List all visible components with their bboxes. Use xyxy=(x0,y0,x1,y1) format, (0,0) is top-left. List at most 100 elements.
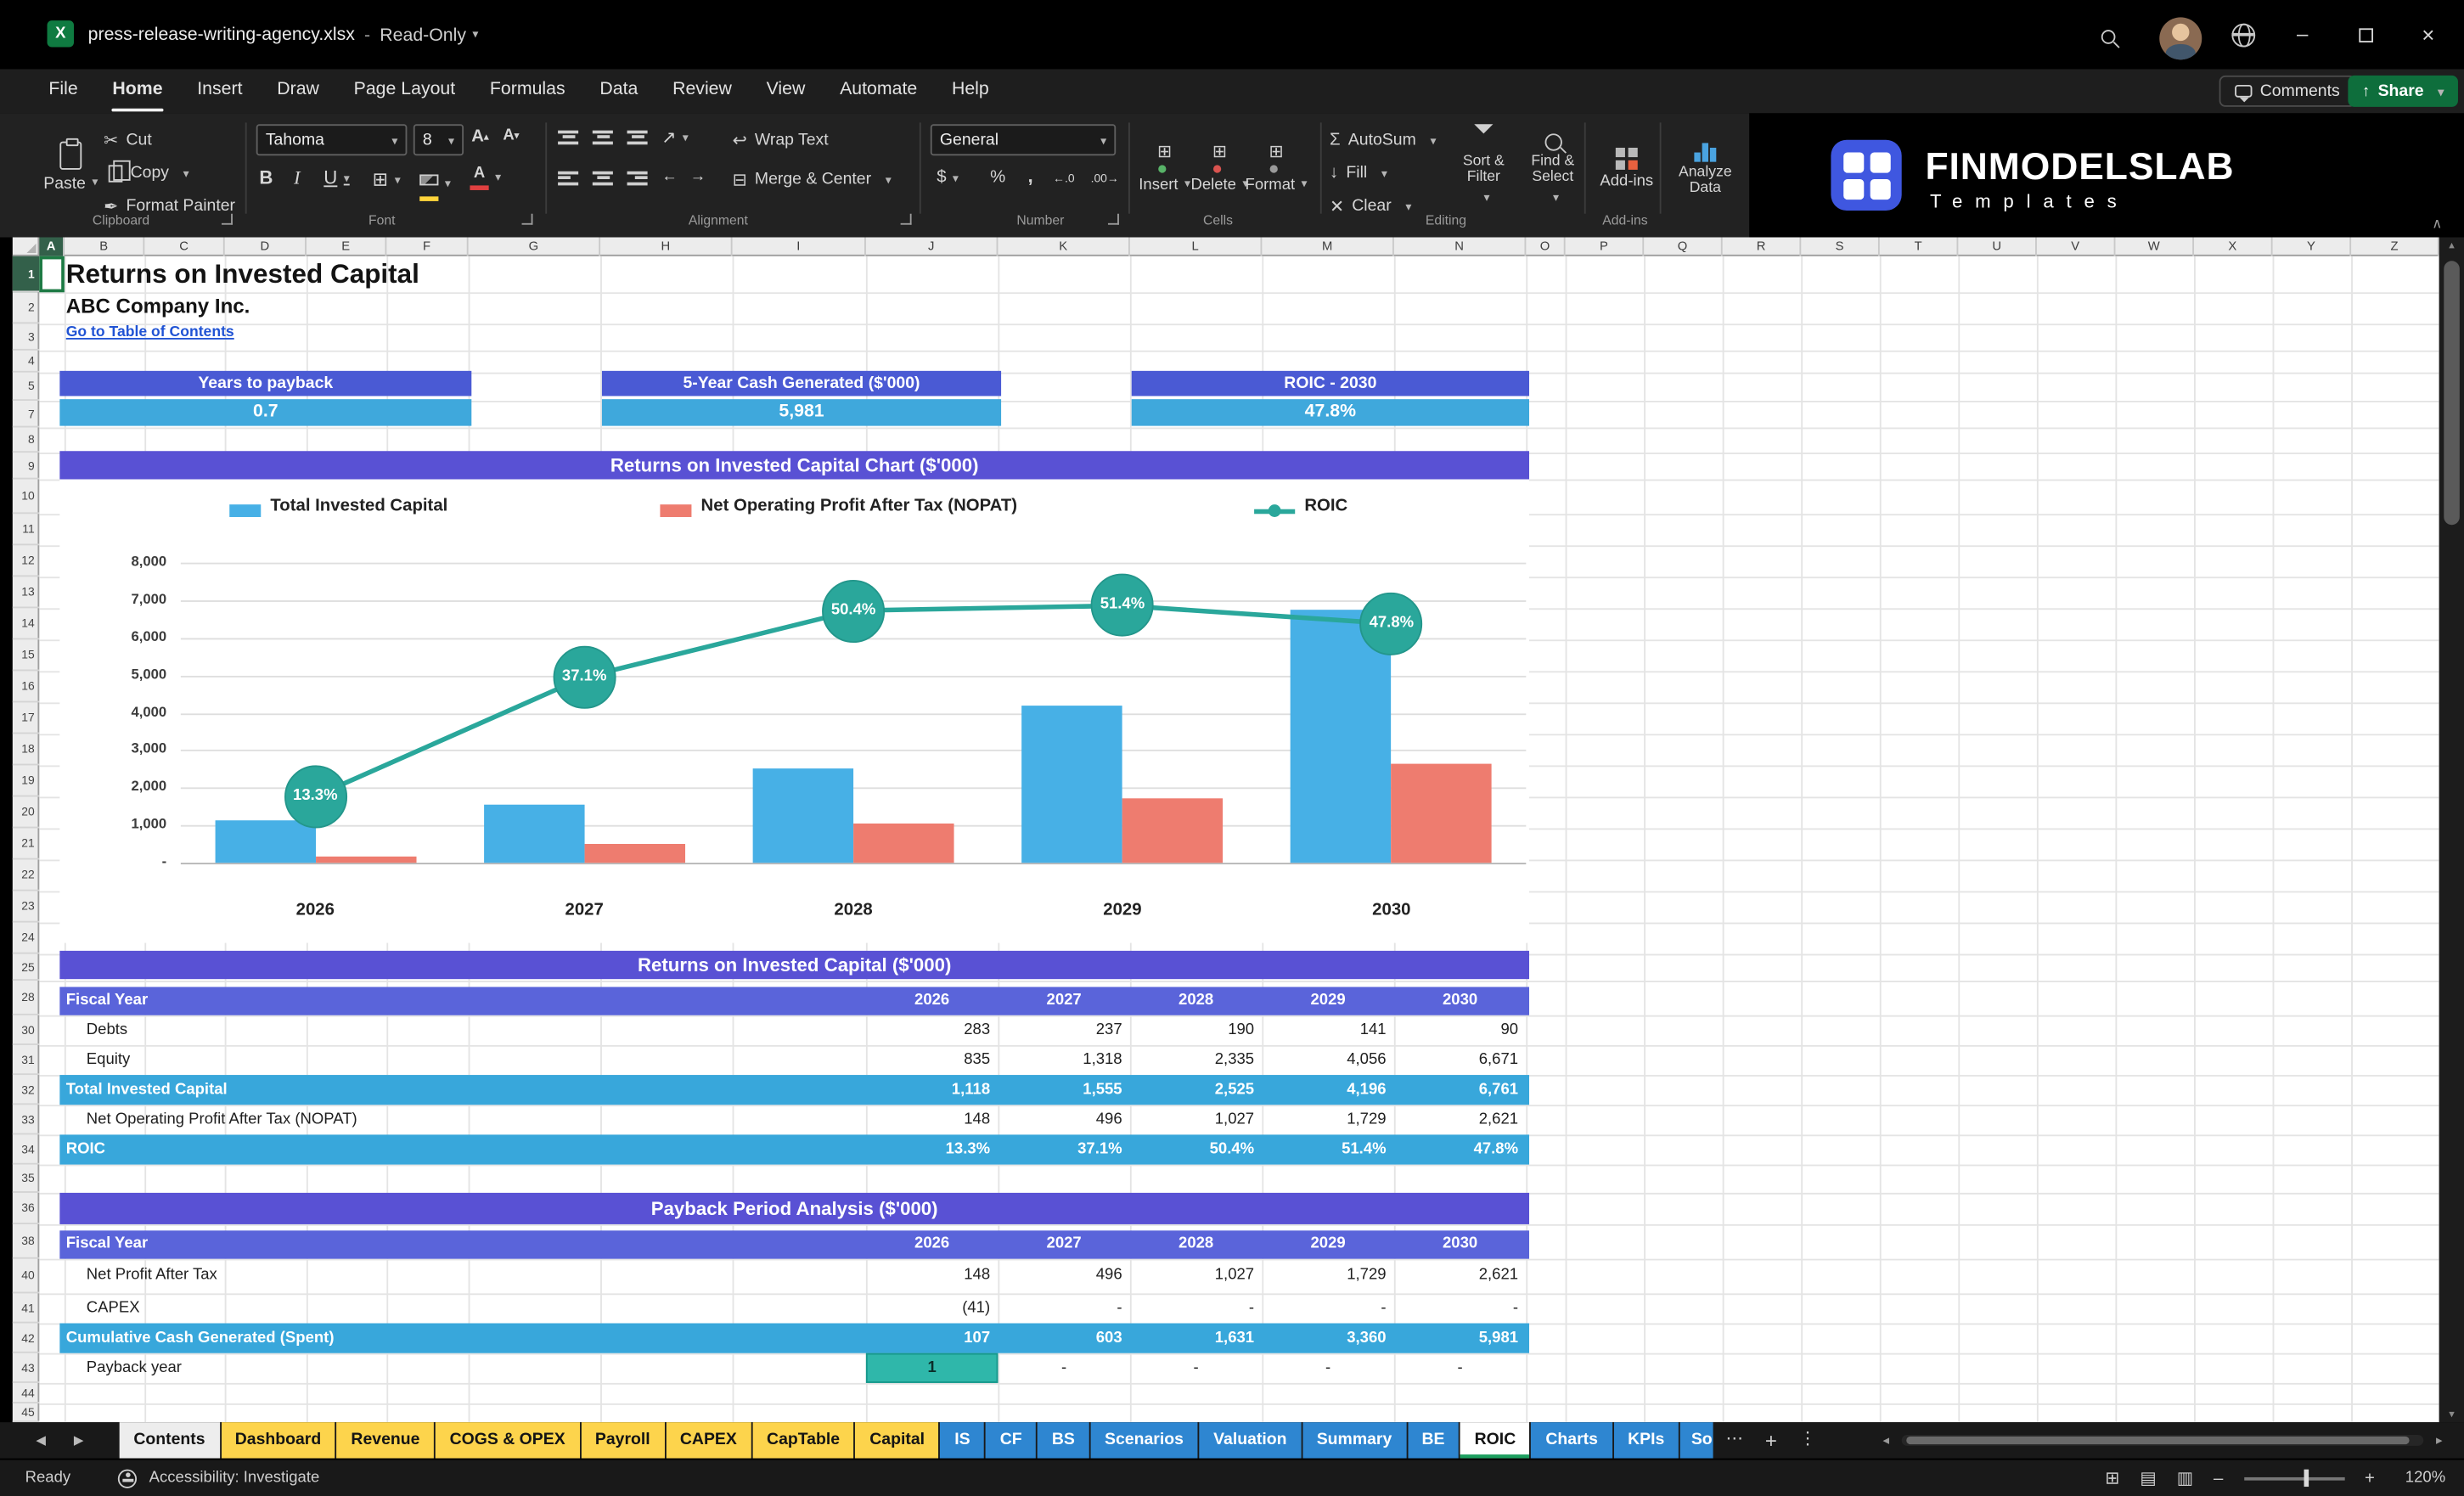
excel-app-icon[interactable]: X xyxy=(47,20,74,48)
align-middle-icon[interactable] xyxy=(592,130,613,147)
sheet-tab-be[interactable]: BE xyxy=(1407,1422,1460,1459)
year-column-2027[interactable]: 2027 xyxy=(998,987,1129,1015)
table-row-cumulative-cash-generated-spent-[interactable]: Cumulative Cash Generated (Spent) 107 603 1… xyxy=(59,1323,1530,1353)
cell-value[interactable]: 2,525 xyxy=(1145,1075,1254,1105)
sheet-tab-captable[interactable]: CapTable xyxy=(752,1422,854,1459)
cell-value[interactable]: - xyxy=(1262,1353,1393,1383)
fill-button[interactable]: ↓ Fill xyxy=(1330,159,1387,187)
menu-tab-data[interactable]: Data xyxy=(582,69,655,113)
wrap-text-button[interactable]: ↩ Wrap Text xyxy=(733,126,829,154)
table-row-payback-year[interactable]: Payback year 1- - - - xyxy=(59,1353,1529,1383)
row-header-25[interactable]: 25 xyxy=(12,954,40,981)
align-right-icon[interactable] xyxy=(627,171,648,188)
row-header-36[interactable]: 36 xyxy=(12,1193,40,1224)
year-column-2029[interactable]: 2029 xyxy=(1262,987,1393,1015)
menu-tab-view[interactable]: View xyxy=(749,69,822,113)
fill-color-button[interactable] xyxy=(419,165,451,201)
row-header-3[interactable]: 3 xyxy=(12,323,40,351)
row-header-17[interactable]: 17 xyxy=(12,702,40,734)
next-sheet-button[interactable]: ▶ xyxy=(59,1422,97,1459)
share-button[interactable]: ↑ Share xyxy=(2348,75,2458,107)
cell-value[interactable]: 37.1% xyxy=(1012,1134,1122,1164)
year-column-2030[interactable]: 2030 xyxy=(1394,987,1526,1015)
roic-chart[interactable]: 8,000 7,000 6,000 5,000 4,000 3,000 2,000 1,000… xyxy=(59,479,1530,943)
borders-button[interactable]: ⊞ xyxy=(373,168,401,190)
menu-tab-review[interactable]: Review xyxy=(655,69,750,113)
cell-value[interactable]: 1,555 xyxy=(1012,1075,1122,1105)
column-header-X[interactable]: X xyxy=(2194,237,2273,256)
analyze-data-button[interactable]: Analyze Data xyxy=(1666,122,1745,213)
menu-tab-formulas[interactable]: Formulas xyxy=(473,69,582,113)
menu-tab-automate[interactable]: Automate xyxy=(823,69,935,113)
row-header-7[interactable]: 7 xyxy=(12,401,40,428)
scroll-left-icon[interactable]: ◂ xyxy=(1882,1422,1888,1459)
payback-year-cell[interactable]: 1 xyxy=(865,1353,999,1383)
italic-button[interactable]: I xyxy=(294,166,300,190)
column-header-P[interactable]: P xyxy=(1566,237,1645,256)
align-left-icon[interactable] xyxy=(558,171,579,188)
row-header-10[interactable]: 10 xyxy=(12,480,40,515)
menu-tab-draw[interactable]: Draw xyxy=(260,69,336,113)
cell-value[interactable]: 47.8% xyxy=(1408,1134,1518,1164)
column-header-L[interactable]: L xyxy=(1130,237,1263,256)
cell-value[interactable]: 237 xyxy=(1012,1015,1122,1045)
cell-value[interactable]: - xyxy=(1394,1353,1526,1383)
row-header-14[interactable]: 14 xyxy=(12,608,40,640)
autosum-button[interactable]: Σ AutoSum xyxy=(1330,126,1436,154)
number-dialog-launcher[interactable] xyxy=(1107,213,1119,225)
column-header-H[interactable]: H xyxy=(600,237,733,256)
sheet-tab-revenue[interactable]: Revenue xyxy=(336,1422,435,1459)
cell-value[interactable]: 3,360 xyxy=(1276,1324,1386,1353)
globe-icon[interactable] xyxy=(2231,23,2256,48)
minimize-button[interactable]: – xyxy=(2279,0,2326,69)
cell-value[interactable]: - xyxy=(1012,1293,1122,1323)
number-format-combo[interactable]: General xyxy=(930,124,1117,156)
row-header-2[interactable]: 2 xyxy=(12,292,40,324)
cell-value[interactable]: 13.3% xyxy=(880,1134,990,1164)
column-header-V[interactable]: V xyxy=(2037,237,2116,256)
scroll-up-icon[interactable]: ▴ xyxy=(2439,239,2464,251)
row-header-1[interactable]: 1 xyxy=(12,256,40,293)
cell-value[interactable]: 6,671 xyxy=(1408,1045,1518,1075)
sheet-tab-capex[interactable]: CAPEX xyxy=(666,1422,751,1459)
horizontal-scrollbar-track[interactable] xyxy=(1901,1434,2424,1446)
cell-value[interactable]: 6,761 xyxy=(1408,1075,1518,1105)
menu-tab-page-layout[interactable]: Page Layout xyxy=(336,69,472,113)
row-header-22[interactable]: 22 xyxy=(12,859,40,891)
table-row-net-profit-after-tax[interactable]: Net Profit After Tax 148 496 1,027 1,729 2,62… xyxy=(59,1259,1529,1294)
row-header-18[interactable]: 18 xyxy=(12,734,40,766)
column-header-M[interactable]: M xyxy=(1262,237,1394,256)
row-header-45[interactable]: 45 xyxy=(12,1403,40,1423)
column-header-T[interactable]: T xyxy=(1880,237,1959,256)
row-header-31[interactable]: 31 xyxy=(12,1045,40,1076)
row-header-24[interactable]: 24 xyxy=(12,923,40,954)
column-header-C[interactable]: C xyxy=(144,237,225,256)
column-header-F[interactable]: F xyxy=(386,237,469,256)
cell-value[interactable]: 283 xyxy=(880,1015,990,1045)
row-header-35[interactable]: 35 xyxy=(12,1165,40,1193)
sheet-tab-roic[interactable]: ROIC xyxy=(1460,1422,1530,1459)
row-header-41[interactable]: 41 xyxy=(12,1293,40,1324)
column-header-Y[interactable]: Y xyxy=(2273,237,2352,256)
insert-cells-button[interactable]: ⊞ Insert xyxy=(1138,122,1191,213)
vertical-scrollbar[interactable]: ▴ ▾ xyxy=(2439,237,2464,1423)
table-row-debts[interactable]: Debts 283 237 190 141 90 xyxy=(59,1015,1529,1045)
row-header-40[interactable]: 40 xyxy=(12,1259,40,1294)
cell-value[interactable]: 148 xyxy=(880,1259,990,1294)
alignment-dialog-launcher[interactable] xyxy=(900,213,912,225)
cell-value[interactable]: 1,631 xyxy=(1145,1324,1254,1353)
zoom-in-button[interactable]: + xyxy=(2365,1469,2375,1488)
scroll-right-icon[interactable]: ▸ xyxy=(2436,1422,2442,1459)
row-header-12[interactable]: 12 xyxy=(12,545,40,577)
user-avatar[interactable] xyxy=(2159,17,2202,60)
cell-value[interactable]: 1,118 xyxy=(880,1075,990,1105)
decrease-indent-icon[interactable]: ← xyxy=(661,168,678,185)
font-color-button[interactable]: A xyxy=(470,165,501,190)
column-header-K[interactable]: K xyxy=(998,237,1130,256)
accessibility-icon[interactable] xyxy=(117,1468,137,1488)
maximize-button[interactable] xyxy=(2342,0,2389,69)
copy-button[interactable]: Copy xyxy=(104,159,188,187)
increase-indent-icon[interactable]: → xyxy=(690,168,706,185)
row-header-8[interactable]: 8 xyxy=(12,427,40,453)
more-sheets-button[interactable]: ⋯ xyxy=(1715,1422,1754,1459)
